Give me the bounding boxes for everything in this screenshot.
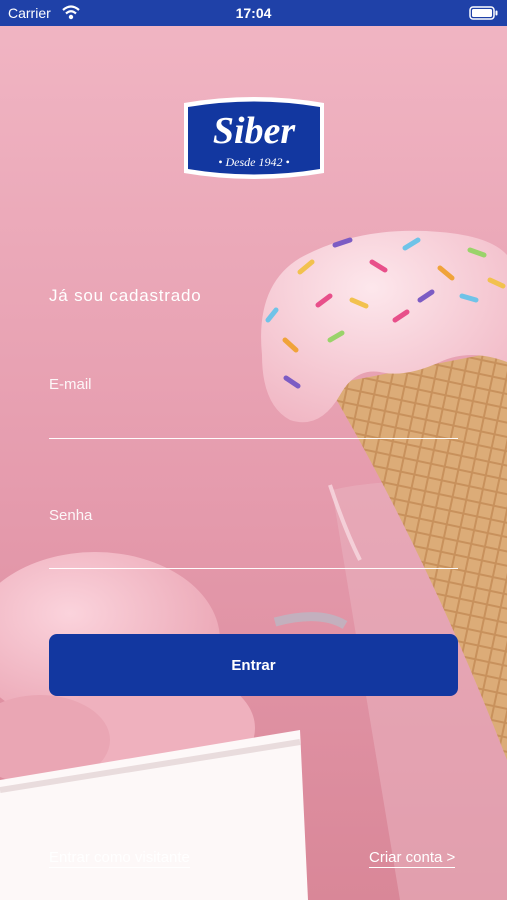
email-field[interactable] bbox=[49, 404, 462, 436]
form-heading: Já sou cadastrado bbox=[49, 286, 202, 305]
clock-time: 17:04 bbox=[235, 5, 272, 21]
svg-text:• Desde 1942 •: • Desde 1942 • bbox=[218, 155, 289, 169]
login-button[interactable]: Entrar bbox=[49, 634, 458, 696]
guest-login-link[interactable]: Entrar como visitante bbox=[49, 849, 190, 868]
battery-icon bbox=[469, 6, 499, 23]
create-account-link[interactable]: Criar conta > bbox=[369, 849, 456, 868]
email-underline bbox=[49, 438, 458, 439]
svg-text:Siber: Siber bbox=[213, 110, 297, 152]
password-underline bbox=[49, 568, 458, 569]
siber-logo: Siber • Desde 1942 • bbox=[184, 97, 324, 179]
email-label: E-mail bbox=[49, 376, 92, 393]
status-bar: Carrier 17:04 bbox=[0, 0, 507, 26]
password-label: Senha bbox=[49, 507, 93, 524]
password-field[interactable] bbox=[49, 534, 462, 566]
